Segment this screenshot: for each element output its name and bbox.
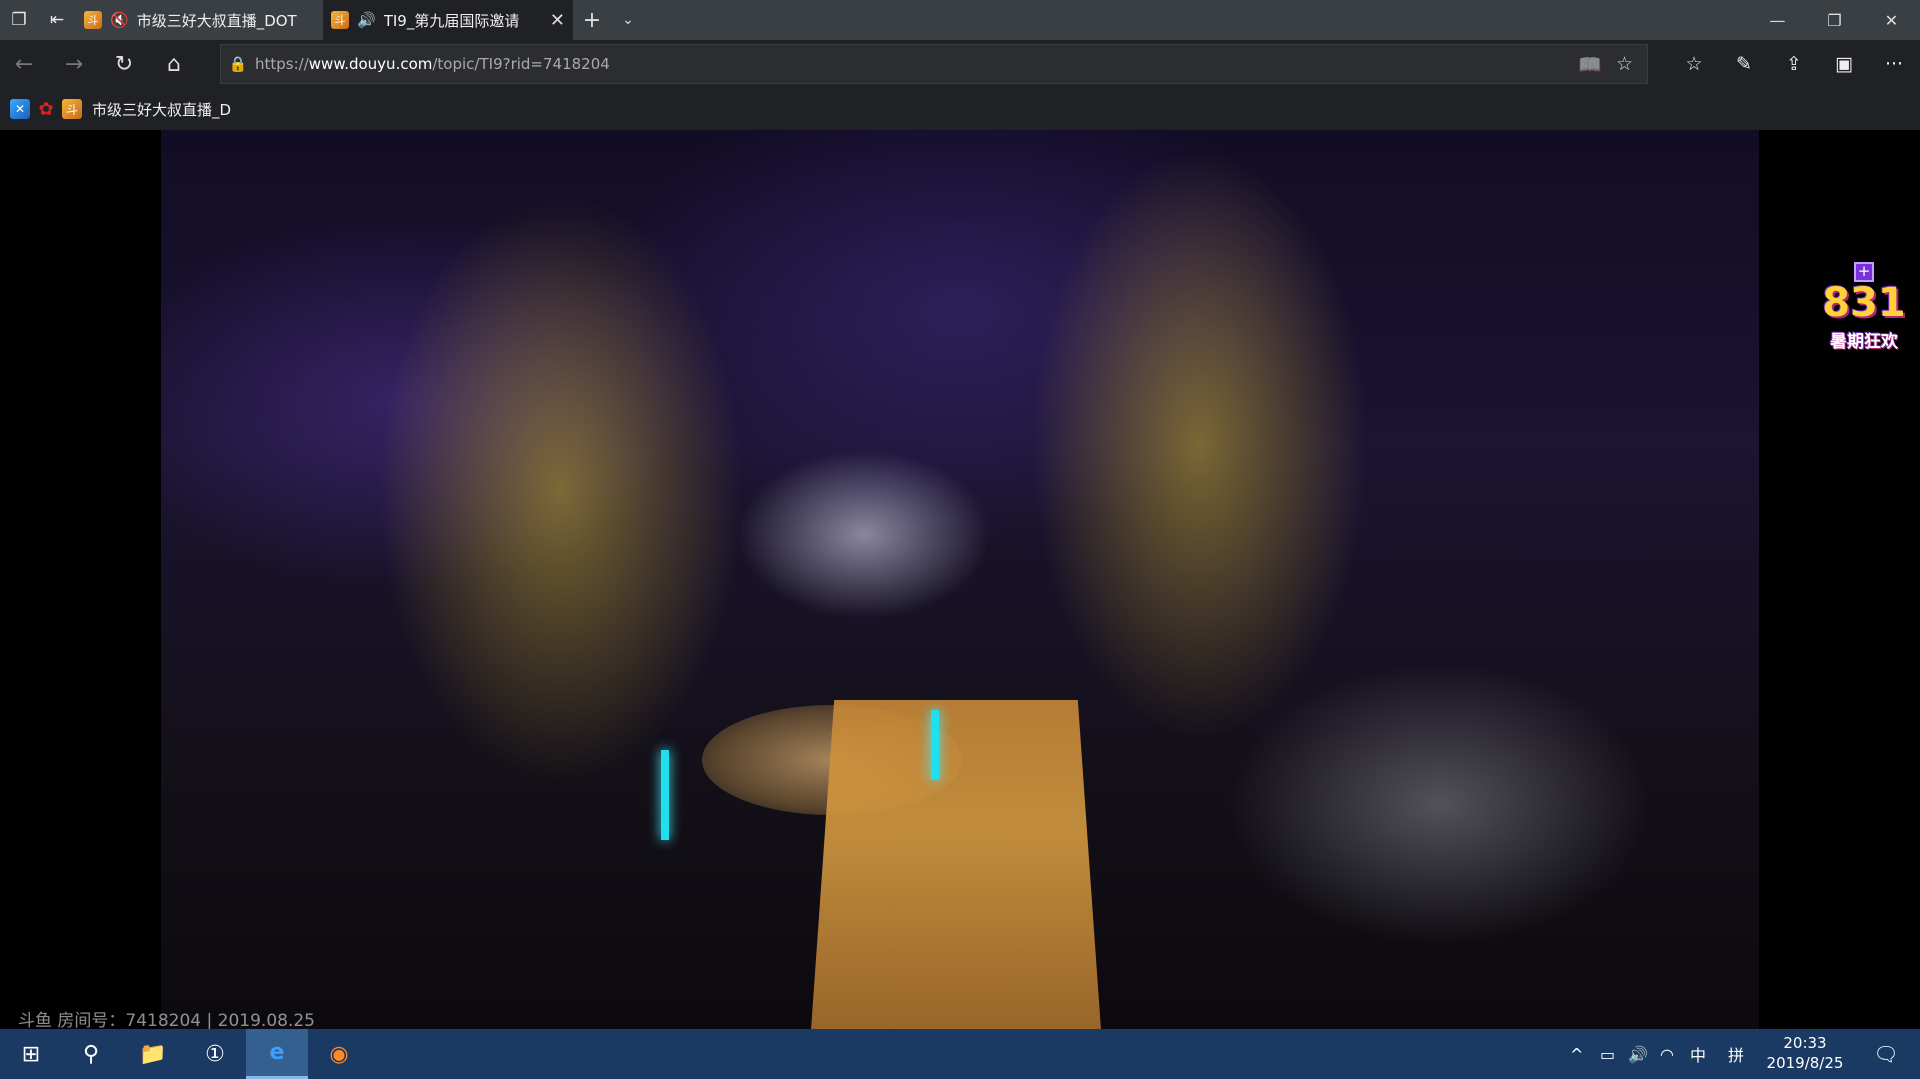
share-icon[interactable]: ⇪ (1770, 40, 1818, 88)
tray-overflow-chevron-icon[interactable]: ^ (1570, 1029, 1583, 1079)
network-icon[interactable]: ◠ (1660, 1029, 1674, 1079)
tab-list-chevron-icon[interactable]: ⌄ (611, 0, 645, 40)
neon-pillar-left (661, 750, 669, 840)
favorite-link-douyu[interactable]: 市级三好大叔直播_D( (92, 99, 232, 120)
speaker-icon[interactable]: 🔊 (357, 11, 376, 29)
tab-manager-icon[interactable]: ❐ (0, 0, 38, 40)
extension-icon[interactable]: ▣ (1820, 40, 1868, 88)
forward-button[interactable]: → (50, 40, 98, 88)
url-host: www.douyu.com (308, 55, 433, 73)
add-favorite-star-icon[interactable]: ☆ (1616, 53, 1633, 76)
favorites-bar: ✕ ✿ 斗 市级三好大叔直播_D( (0, 88, 1920, 130)
app-blue-icon[interactable]: ✕ (10, 99, 30, 119)
new-tab-button[interactable]: + (573, 0, 611, 40)
system-clock[interactable]: 20:33 2019/8/25 (1760, 1033, 1850, 1073)
refresh-button[interactable]: ↻ (100, 40, 148, 88)
room-watermark: 斗鱼 房间号：7418204 | 2019.08.25 (18, 1011, 315, 1031)
tab-douyu-streamer[interactable]: 斗 🔇 市级三好大叔直播_DOT (76, 0, 323, 40)
battery-icon[interactable]: ▭ (1600, 1029, 1615, 1079)
close-window-button[interactable]: ✕ (1863, 0, 1920, 40)
address-bar[interactable]: 🔒 https://www.douyu.com/topic/TI9?rid=74… (220, 44, 1648, 84)
restore-button[interactable]: ❐ (1806, 0, 1863, 40)
lock-icon[interactable]: 🔒 (221, 55, 255, 73)
douyu-icon: 斗 (84, 11, 102, 29)
favorites-hub-icon[interactable]: ☆ (1670, 40, 1718, 88)
clock-time: 20:33 (1783, 1034, 1827, 1052)
red-flower-icon[interactable]: ✿ (36, 99, 56, 120)
password-manager-icon[interactable]: ① (184, 1029, 246, 1079)
stage-runway (811, 700, 1101, 1029)
url-prefix: https:// (255, 55, 309, 73)
search-icon[interactable]: ⚲ (60, 1029, 122, 1079)
reading-view-icon[interactable]: 📖 (1578, 53, 1602, 76)
notification-center-icon[interactable]: 🗨 (1866, 1029, 1906, 1079)
minimize-button[interactable]: — (1749, 0, 1806, 40)
url-path: /topic/TI9?rid=7418204 (432, 55, 610, 73)
close-tab-icon[interactable]: ✕ (550, 10, 565, 31)
ime-language-indicator[interactable]: 中 (1690, 1029, 1706, 1079)
promo-summer-text[interactable]: 暑期狂欢 (1818, 327, 1910, 352)
douyu-icon: 斗 (331, 11, 349, 29)
ime-mode-indicator[interactable]: 拼 (1728, 1029, 1744, 1079)
start-button[interactable]: ⊞ (0, 1029, 62, 1079)
muted-speaker-icon[interactable]: 🔇 (110, 11, 129, 29)
window-controls: — ❐ ✕ (1749, 0, 1920, 40)
tab-bar: ❐ ⇤ 斗 🔇 市级三好大叔直播_DOT 斗 🔊 TI9_第九届国际邀请 ✕ +… (0, 0, 1920, 40)
volume-icon[interactable]: 🔊 (1628, 1029, 1648, 1079)
edge-icon[interactable]: e (246, 1029, 308, 1079)
notes-pen-icon[interactable]: ✎ (1720, 40, 1768, 88)
back-button[interactable]: ← (0, 40, 48, 88)
video-player[interactable] (161, 130, 1759, 1029)
windows-taskbar: ⊞ ⚲ 📁 ① e ◉ ^ ▭ 🔊 ◠ 中 拼 20:33 2019/8/25 … (0, 1029, 1920, 1079)
douyu-icon[interactable]: 斗 (62, 99, 82, 119)
page-content: + 831 暑期狂欢 斗鱼 房间号：7418204 | 2019.08.25 (0, 130, 1920, 1031)
tab-ti9[interactable]: 斗 🔊 TI9_第九届国际邀请 ✕ (323, 0, 573, 40)
navigation-bar: ← → ↻ ⌂ 🔒 https://www.douyu.com/topic/TI… (0, 40, 1920, 88)
neon-pillar-right (931, 710, 939, 780)
more-menu-icon[interactable]: ··· (1870, 40, 1918, 88)
file-explorer-icon[interactable]: 📁 (122, 1029, 184, 1079)
home-button[interactable]: ⌂ (150, 40, 198, 88)
tab-title: TI9_第九届国际邀请 (383, 11, 520, 30)
promo-831-badge[interactable]: 831 (1818, 280, 1910, 326)
promo-expand-button[interactable]: + (1854, 262, 1874, 282)
url-text[interactable]: https://www.douyu.com/topic/TI9?rid=7418… (255, 55, 1578, 73)
tab-title: 市级三好大叔直播_DOT (136, 11, 297, 30)
firefox-icon[interactable]: ◉ (308, 1029, 370, 1079)
set-tabs-aside-icon[interactable]: ⇤ (38, 0, 76, 40)
clock-date: 2019/8/25 (1766, 1054, 1844, 1072)
